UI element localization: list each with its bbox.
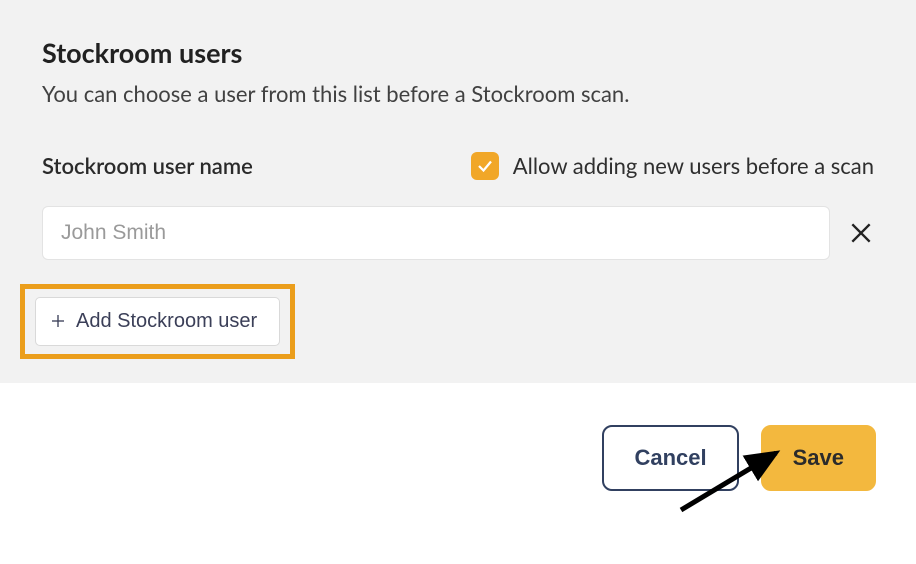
panel-title: Stockroom users	[42, 36, 874, 69]
add-stockroom-user-button[interactable]: Add Stockroom user	[35, 297, 280, 346]
footer: Cancel Save	[0, 383, 916, 491]
allow-new-users-group[interactable]: Allow adding new users before a scan	[471, 152, 874, 180]
highlight-add-stockroom-user: Add Stockroom user	[20, 284, 295, 359]
user-input-row	[42, 206, 874, 260]
settings-panel: Stockroom users You can choose a user fr…	[0, 0, 916, 383]
save-button[interactable]: Save	[761, 425, 876, 491]
add-stockroom-user-label: Add Stockroom user	[76, 310, 257, 333]
stockroom-user-name-input[interactable]	[42, 206, 830, 260]
field-row: Stockroom user name Allow adding new use…	[42, 152, 874, 180]
check-icon	[476, 157, 494, 175]
allow-new-users-checkbox[interactable]	[471, 152, 499, 180]
stockroom-user-name-label: Stockroom user name	[42, 152, 253, 179]
close-icon[interactable]	[848, 220, 874, 246]
cancel-button[interactable]: Cancel	[602, 425, 738, 491]
plus-icon	[50, 313, 66, 329]
panel-subtitle: You can choose a user from this list bef…	[42, 79, 874, 110]
allow-new-users-label: Allow adding new users before a scan	[513, 152, 874, 179]
